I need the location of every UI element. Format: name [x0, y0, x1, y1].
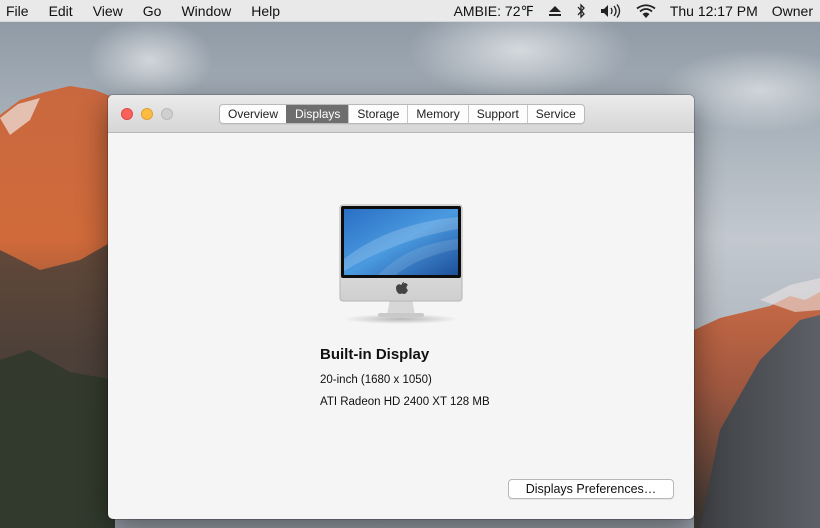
close-button[interactable] [121, 108, 133, 120]
menu-clock[interactable]: Thu 12:17 PM [663, 0, 765, 22]
menu-edit[interactable]: Edit [39, 0, 83, 22]
tab-overview[interactable]: Overview [220, 105, 286, 123]
display-name: Built-in Display [320, 346, 430, 363]
tab-displays[interactable]: Displays [286, 105, 349, 123]
title-bar[interactable]: Overview Displays Storage Memory Support… [108, 95, 694, 133]
eject-icon[interactable] [541, 0, 569, 22]
tab-support[interactable]: Support [467, 105, 527, 123]
menu-help[interactable]: Help [241, 0, 290, 22]
menu-go[interactable]: Go [133, 0, 172, 22]
volume-icon[interactable] [593, 0, 629, 22]
tab-memory[interactable]: Memory [407, 105, 467, 123]
imac-display-icon [339, 204, 463, 324]
display-graphics: ATI Radeon HD 2400 XT 128 MB [320, 396, 490, 408]
tab-bar: Overview Displays Storage Memory Support… [219, 104, 585, 124]
minimize-button[interactable] [141, 108, 153, 120]
user-menu[interactable]: Owner [765, 0, 820, 22]
display-size: 20-inch (1680 x 1050) [320, 374, 432, 386]
tab-storage[interactable]: Storage [348, 105, 407, 123]
menu-window[interactable]: Window [171, 0, 241, 22]
menu-file[interactable]: File [0, 0, 39, 22]
ambie-temperature[interactable]: AMBIE: 72℉ [447, 0, 541, 22]
status-menus: AMBIE: 72℉ Thu 12:17 PM Owner [447, 0, 820, 22]
menu-bar-items: File Edit View Go Window Help [0, 0, 290, 22]
tab-service[interactable]: Service [526, 105, 584, 123]
menu-view[interactable]: View [83, 0, 133, 22]
displays-panel: Built-in Display 20-inch (1680 x 1050) A… [108, 133, 694, 519]
zoom-button[interactable] [161, 108, 173, 120]
displays-preferences-button[interactable]: Displays Preferences… [508, 479, 674, 499]
menu-bar: File Edit View Go Window Help AMBIE: 72℉… [0, 0, 820, 22]
about-this-mac-window: Overview Displays Storage Memory Support… [108, 95, 694, 519]
bluetooth-icon[interactable] [569, 0, 593, 22]
wifi-icon[interactable] [629, 0, 663, 22]
